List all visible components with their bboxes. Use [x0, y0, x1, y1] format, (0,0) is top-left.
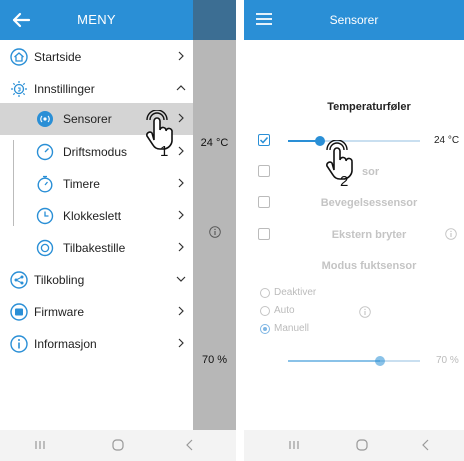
pointing-hand-icon: [146, 110, 173, 150]
sensor-header: Sensorer: [244, 0, 464, 40]
menu-label: Sensorer: [63, 112, 112, 126]
chevron-right-icon: [178, 210, 184, 220]
pointing-hand-icon: [326, 140, 353, 180]
menu-screen: MENY 24 °C 70 % Startside Innstillinger: [0, 0, 236, 461]
radio-dot: [260, 306, 270, 316]
info-icon: [10, 335, 28, 353]
stopwatch-icon: [37, 175, 53, 193]
sensor-screen: Sensorer Temperaturføler 24 °C sor Beveg…: [244, 0, 464, 461]
chevron-right-icon: [178, 113, 184, 123]
chevron-right-icon: [178, 242, 184, 252]
menu-item-tilkobling[interactable]: Tilkobling: [0, 264, 193, 296]
firmware-icon: [10, 303, 28, 321]
menu-header: MENY: [0, 0, 193, 40]
humidity-slider-rest: [380, 360, 420, 362]
temperature-heading: Temperaturføler: [327, 101, 411, 113]
back-button-icon[interactable]: [182, 437, 198, 453]
back-button-icon[interactable]: [418, 437, 434, 453]
menu-item-tilbakestille[interactable]: Tilbakestille: [0, 232, 193, 264]
sensor-icon: [37, 111, 53, 127]
info-icon[interactable]: [359, 306, 371, 318]
mode-gauge-icon: [36, 143, 54, 161]
clock-icon: [36, 207, 54, 225]
background-temp-value: 24 °C: [200, 137, 229, 149]
menu-item-startside[interactable]: Startside: [0, 41, 193, 73]
menu-item-informasjon[interactable]: Informasjon: [0, 328, 193, 360]
callout-number-2: 2: [340, 173, 349, 190]
menu-label: Innstillinger: [34, 82, 95, 96]
menu-label: Klokkeslett: [63, 209, 122, 223]
android-navbar: [0, 430, 236, 461]
settings-sun-icon: [11, 81, 27, 97]
radio-label: Manuell: [274, 323, 310, 334]
temperature-checkbox[interactable]: [258, 134, 270, 146]
home-icon: [10, 48, 28, 66]
external-switch-label: Ekstern bryter: [331, 229, 407, 241]
home-button-icon[interactable]: [354, 437, 370, 453]
menu-label: Driftsmodus: [63, 145, 128, 159]
radio-label: Deaktiver: [274, 287, 317, 298]
reset-icon: [36, 239, 54, 257]
info-icon[interactable]: [445, 228, 457, 240]
recents-icon[interactable]: [32, 437, 48, 453]
menu-item-firmware[interactable]: Firmware: [0, 296, 193, 328]
humidity-value: 70 %: [436, 355, 459, 366]
motion-sensor-checkbox[interactable]: [258, 196, 270, 208]
menu-label: Tilkobling: [34, 273, 85, 287]
menu-item-klokkeslett[interactable]: Klokkeslett: [0, 200, 193, 232]
chevron-right-icon: [178, 146, 184, 156]
radio-label: Auto: [274, 305, 295, 316]
motion-sensor-label: Bevegelsessensor: [320, 197, 418, 209]
menu-label: Informasjon: [34, 337, 97, 351]
home-button-icon[interactable]: [110, 437, 126, 453]
humidity-slider-thumb[interactable]: [375, 356, 386, 366]
radio-dot: [260, 324, 270, 334]
chevron-right-icon: [178, 51, 184, 61]
radio-dot: [260, 288, 270, 298]
chevron-down-icon: [176, 276, 186, 282]
checkmark-icon: [259, 136, 269, 144]
menu-item-innstillinger[interactable]: Innstillinger: [0, 73, 193, 105]
humidity-sensor-label: sor: [362, 166, 380, 178]
callout-number-1: 1: [160, 143, 169, 160]
android-navbar: [244, 430, 464, 461]
sensor-title: Sensorer: [329, 13, 379, 27]
humidity-mode-heading: Modus fuktsensor: [321, 260, 417, 272]
chevron-right-icon: [178, 306, 184, 316]
humidity-sensor-checkbox[interactable]: [258, 165, 270, 177]
info-icon: [209, 226, 221, 238]
chevron-right-icon: [178, 338, 184, 348]
share-connection-icon: [10, 271, 28, 289]
menu-item-timere[interactable]: Timere: [0, 168, 193, 200]
menu-label: Startside: [34, 50, 82, 64]
external-switch-checkbox[interactable]: [258, 228, 270, 240]
menu-label: Timere: [63, 177, 100, 191]
menu-label: Tilbakestille: [63, 241, 126, 255]
background-screen-header: [193, 0, 236, 40]
chevron-up-icon: [176, 85, 186, 91]
humidity-slider[interactable]: [288, 360, 381, 362]
chevron-right-icon: [178, 178, 184, 188]
recents-icon[interactable]: [286, 437, 302, 453]
menu-title: MENY: [77, 12, 116, 27]
background-humidity-value: 70 %: [201, 354, 228, 366]
temperature-value: 24 °C: [434, 135, 460, 146]
menu-label: Firmware: [34, 305, 84, 319]
